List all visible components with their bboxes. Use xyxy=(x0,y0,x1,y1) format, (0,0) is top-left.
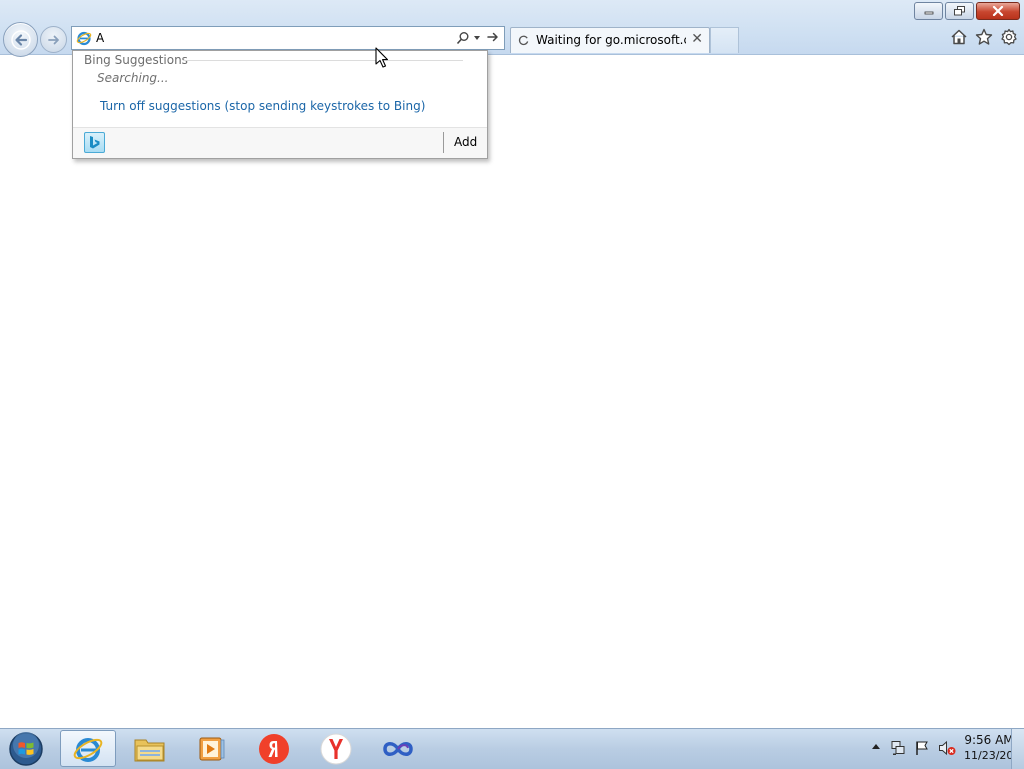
suggestions-dropdown: Bing Suggestions Searching... Turn off s… xyxy=(72,50,488,159)
start-orb-icon xyxy=(9,732,43,766)
close-button[interactable] xyxy=(976,2,1020,20)
taskbar-media-player[interactable] xyxy=(184,730,240,767)
minimize-icon xyxy=(924,11,933,15)
new-tab-button[interactable] xyxy=(710,27,739,53)
bing-logo-icon xyxy=(90,136,100,149)
clock[interactable]: 9:56 AM 11/23/2024 xyxy=(964,733,1024,763)
taskbar-yandex[interactable] xyxy=(308,730,364,767)
gear-icon[interactable] xyxy=(1000,28,1018,46)
restore-icon xyxy=(953,6,965,16)
loading-spinner-icon xyxy=(518,35,529,46)
favorites-star-icon[interactable] xyxy=(975,28,993,46)
turn-off-suggestions-link[interactable]: Turn off suggestions (stop sending keyst… xyxy=(100,99,425,113)
close-icon xyxy=(992,6,1004,16)
taskbar-yandex-browser[interactable] xyxy=(246,730,302,767)
command-icons xyxy=(950,28,1018,46)
suggestions-header: Bing Suggestions xyxy=(84,53,188,67)
home-icon[interactable] xyxy=(950,28,968,46)
clock-time: 9:56 AM xyxy=(964,733,1014,747)
add-provider-button[interactable]: Add xyxy=(454,135,477,149)
tab-title: Waiting for go.microsoft.c... xyxy=(536,33,686,47)
yandex-browser-icon xyxy=(259,733,289,764)
divider xyxy=(183,60,463,61)
tab-close-button[interactable]: ✕ xyxy=(691,31,703,47)
forward-arrow-icon xyxy=(47,35,59,44)
clock-date: 11/23/2024 xyxy=(964,749,1024,762)
bing-provider-button[interactable] xyxy=(84,132,105,153)
restore-button[interactable] xyxy=(945,2,974,20)
minimize-button[interactable] xyxy=(914,2,943,20)
internet-explorer-icon xyxy=(73,737,103,762)
yandex-icon xyxy=(320,733,352,764)
taskbar: 9:56 AM 11/23/2024 xyxy=(0,728,1024,769)
go-arrow-icon[interactable] xyxy=(486,30,500,44)
internet-explorer-icon xyxy=(76,31,92,46)
volume-muted-icon[interactable] xyxy=(938,740,956,756)
forward-button[interactable] xyxy=(40,26,67,53)
show-desktop-button[interactable] xyxy=(1011,729,1024,769)
back-arrow-icon xyxy=(10,29,31,50)
network-icon[interactable] xyxy=(890,740,906,756)
tab-active[interactable]: Waiting for go.microsoft.c... ✕ xyxy=(510,27,710,53)
taskbar-app[interactable] xyxy=(370,730,426,767)
file-explorer-icon xyxy=(134,739,165,761)
show-hidden-icons-icon[interactable] xyxy=(872,744,880,749)
media-player-icon xyxy=(199,737,225,760)
suggestions-footer: Add xyxy=(73,127,487,158)
address-bar[interactable] xyxy=(71,26,505,50)
taskbar-file-explorer[interactable] xyxy=(122,730,178,767)
back-button[interactable] xyxy=(3,22,38,57)
app-icon xyxy=(383,741,413,756)
search-icon[interactable] xyxy=(456,31,470,45)
taskbar-internet-explorer[interactable] xyxy=(60,730,116,767)
divider xyxy=(443,132,444,153)
window-controls xyxy=(914,2,1020,20)
action-center-flag-icon[interactable] xyxy=(914,740,930,756)
browser-chrome: Waiting for go.microsoft.c... ✕ xyxy=(0,0,1024,57)
searching-status: Searching... xyxy=(97,71,169,85)
address-input[interactable] xyxy=(96,29,436,47)
system-tray: 9:56 AM 11/23/2024 xyxy=(824,729,1024,769)
mouse-pointer-icon xyxy=(375,47,389,68)
chevron-down-icon[interactable] xyxy=(474,36,480,40)
start-button[interactable] xyxy=(6,731,46,767)
